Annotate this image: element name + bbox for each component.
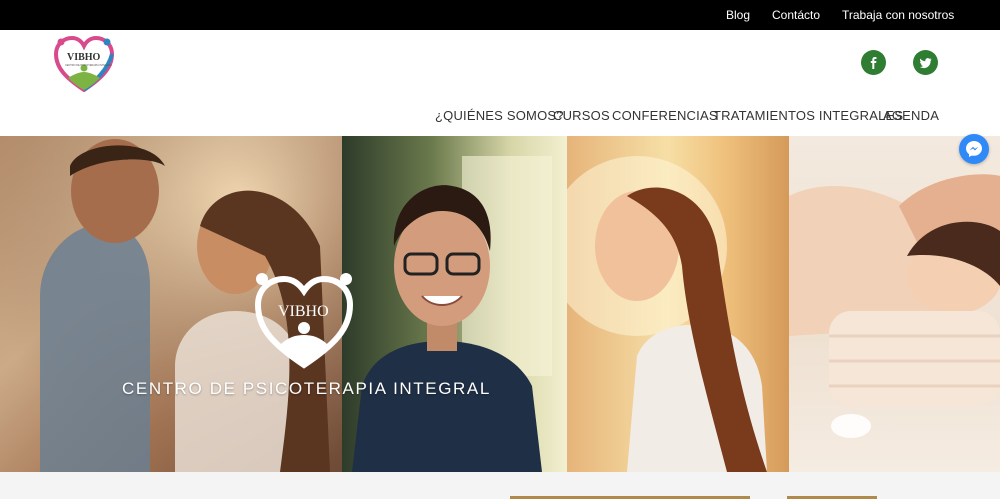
- logo-text: VIBHO: [67, 52, 101, 63]
- facebook-button[interactable]: [861, 50, 886, 75]
- logo-heart-icon: [53, 35, 115, 93]
- nav-item-quienes-somos[interactable]: ¿QUIÉNES SOMOS?: [435, 108, 564, 123]
- twitter-button[interactable]: [913, 50, 938, 75]
- topbar-link-trabaja[interactable]: Trabaja con nosotros: [842, 8, 954, 22]
- nav-item-cursos[interactable]: CURSOS: [553, 108, 610, 123]
- topbar-link-contacto[interactable]: Contácto: [772, 8, 820, 22]
- hero-logo: VIBHO: [252, 271, 356, 369]
- site-header: VIBHO CENTRO DE PSICOTERAPIA INTEGRAL ¿Q…: [0, 30, 1000, 136]
- nav-item-conferencias[interactable]: CONFERENCIAS: [612, 108, 718, 123]
- hero-banner: VIBHO CENTRO DE PSICOTERAPIA INTEGRAL: [0, 136, 1000, 472]
- top-bar: Blog Contácto Trabaja con nosotros: [0, 0, 1000, 30]
- messenger-button[interactable]: [959, 134, 989, 164]
- messenger-icon: [966, 141, 982, 157]
- hero-image-massage: [789, 136, 1000, 472]
- site-logo[interactable]: VIBHO CENTRO DE PSICOTERAPIA INTEGRAL: [52, 34, 116, 93]
- nav-item-tratamientos-integrales[interactable]: TRATAMIENTOS INTEGRALES: [713, 108, 903, 123]
- hero-image-woman: [567, 136, 789, 472]
- logo-tagline: CENTRO DE PSICOTERAPIA INTEGRAL: [65, 64, 112, 67]
- hero-logo-text: VIBHO: [278, 303, 329, 320]
- topbar-link-blog[interactable]: Blog: [726, 8, 750, 22]
- hero-title: CENTRO DE PSICOTERAPIA INTEGRAL: [122, 379, 491, 398]
- nav-item-agenda[interactable]: AGENDA: [883, 108, 939, 123]
- hero-image-man: [342, 136, 567, 472]
- content-section-top: [0, 472, 1000, 499]
- facebook-icon: [870, 56, 876, 69]
- twitter-icon: [919, 57, 931, 68]
